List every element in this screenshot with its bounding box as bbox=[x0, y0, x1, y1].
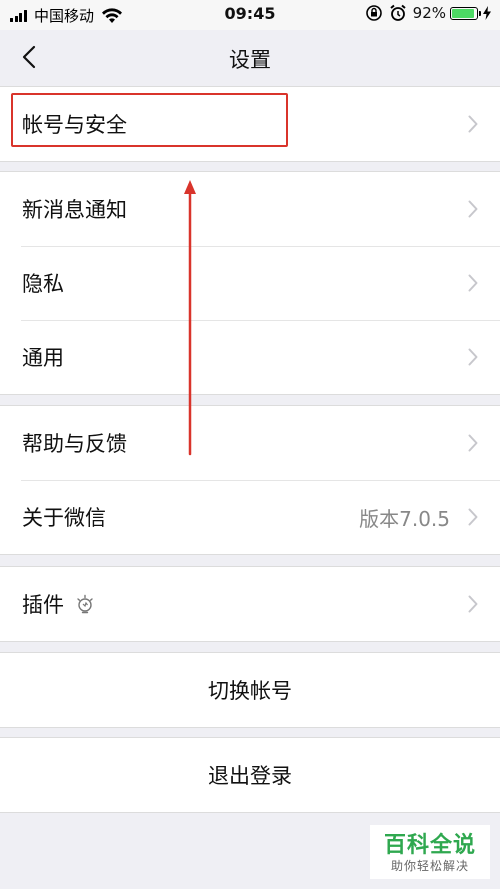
chevron-right-icon bbox=[468, 115, 478, 133]
settings-item-label: 关于微信 bbox=[22, 506, 106, 530]
status-right: 92% bbox=[365, 4, 492, 22]
settings-item-about[interactable]: 关于微信 版本7.0.5 bbox=[0, 480, 500, 554]
watermark-logo: 百科全说 助你轻松解决 bbox=[370, 825, 490, 879]
battery-fill bbox=[452, 8, 475, 18]
logout-group: 退出登录 bbox=[0, 737, 500, 813]
switch-account-label: 切换帐号 bbox=[208, 679, 292, 703]
logout-button[interactable]: 退出登录 bbox=[0, 738, 500, 812]
settings-item-general[interactable]: 通用 bbox=[0, 320, 500, 394]
nav-bar: 设置 bbox=[0, 30, 500, 86]
chevron-right-icon bbox=[468, 434, 478, 452]
settings-item-help-feedback[interactable]: 帮助与反馈 bbox=[0, 406, 500, 480]
arrow-up-icon bbox=[184, 180, 196, 456]
lightbulb-icon bbox=[77, 594, 93, 614]
highlight-box bbox=[11, 93, 288, 147]
settings-item-label: 通用 bbox=[22, 346, 64, 370]
alarm-icon bbox=[390, 4, 406, 21]
battery-percent: 92% bbox=[412, 4, 446, 22]
settings-item-label: 插件 bbox=[22, 593, 64, 617]
charging-bolt-icon bbox=[483, 6, 491, 20]
page-title: 设置 bbox=[229, 48, 271, 72]
switch-account-button[interactable]: 切换帐号 bbox=[0, 653, 500, 727]
settings-group-support: 帮助与反馈 关于微信 版本7.0.5 bbox=[0, 405, 500, 555]
chevron-right-icon bbox=[468, 508, 478, 526]
switch-account-group: 切换帐号 bbox=[0, 652, 500, 728]
rotation-lock-icon bbox=[365, 5, 382, 21]
chevron-right-icon bbox=[468, 595, 478, 613]
battery-icon bbox=[450, 6, 481, 20]
version-text: 版本7.0.5 bbox=[359, 506, 450, 531]
settings-item-label: 帮助与反馈 bbox=[22, 432, 127, 456]
settings-item-notifications[interactable]: 新消息通知 bbox=[0, 172, 500, 246]
chevron-right-icon bbox=[468, 274, 478, 292]
settings-group-plugins: 插件 bbox=[0, 566, 500, 642]
watermark-subtitle: 助你轻松解决 bbox=[390, 859, 469, 873]
settings-item-label: 隐私 bbox=[22, 272, 64, 296]
settings-item-privacy[interactable]: 隐私 bbox=[0, 246, 500, 320]
watermark-title: 百科全说 bbox=[383, 833, 476, 858]
logout-label: 退出登录 bbox=[208, 764, 292, 788]
status-bar: 中国移动 09:45 92% bbox=[0, 0, 500, 30]
chevron-right-icon bbox=[468, 348, 478, 366]
settings-item-plugins[interactable]: 插件 bbox=[0, 567, 500, 641]
settings-item-label: 新消息通知 bbox=[22, 198, 127, 222]
chevron-right-icon bbox=[468, 200, 478, 218]
settings-group-general: 新消息通知 隐私 通用 bbox=[0, 171, 500, 395]
